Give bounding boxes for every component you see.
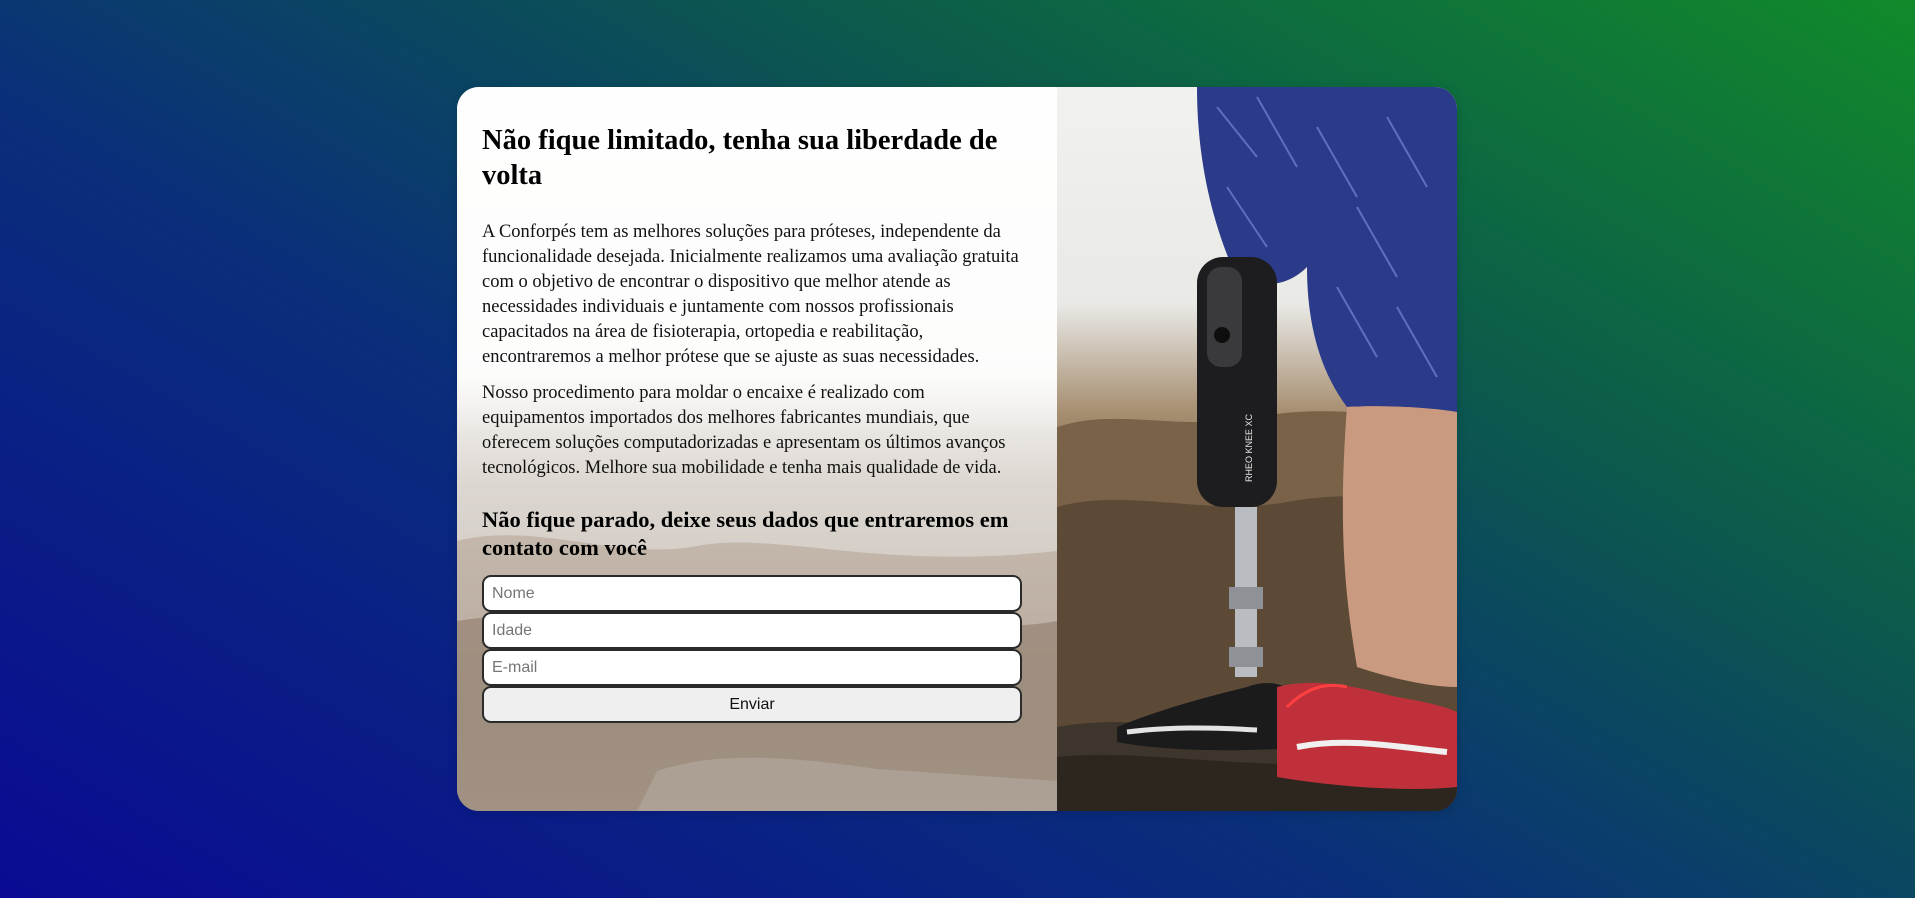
submit-button[interactable]: Enviar bbox=[482, 686, 1022, 723]
info-panel: Não fique limitado, tenha sua liberdade … bbox=[457, 87, 1057, 811]
intro-paragraph: A Conforpés tem as melhores soluções par… bbox=[482, 222, 1019, 367]
age-input[interactable] bbox=[482, 612, 1022, 649]
contact-form: Enviar bbox=[482, 575, 1022, 723]
photo-illustration: RHEO KNEE XC bbox=[1057, 87, 1457, 811]
knee-brand-label: RHEO KNEE XC bbox=[1244, 413, 1254, 482]
email-input[interactable] bbox=[482, 649, 1022, 686]
name-input[interactable] bbox=[482, 575, 1022, 612]
content-card: Não fique limitado, tenha sua liberdade … bbox=[457, 87, 1457, 811]
form-title: Não fique parado, deixe seus dados que e… bbox=[482, 507, 1009, 560]
page-title: Não fique limitado, tenha sua liberdade … bbox=[482, 125, 998, 191]
procedure-paragraph: Nosso procedimento para moldar o encaixe… bbox=[482, 383, 1006, 478]
prosthetic-leg-photo: RHEO KNEE XC bbox=[1057, 87, 1457, 811]
